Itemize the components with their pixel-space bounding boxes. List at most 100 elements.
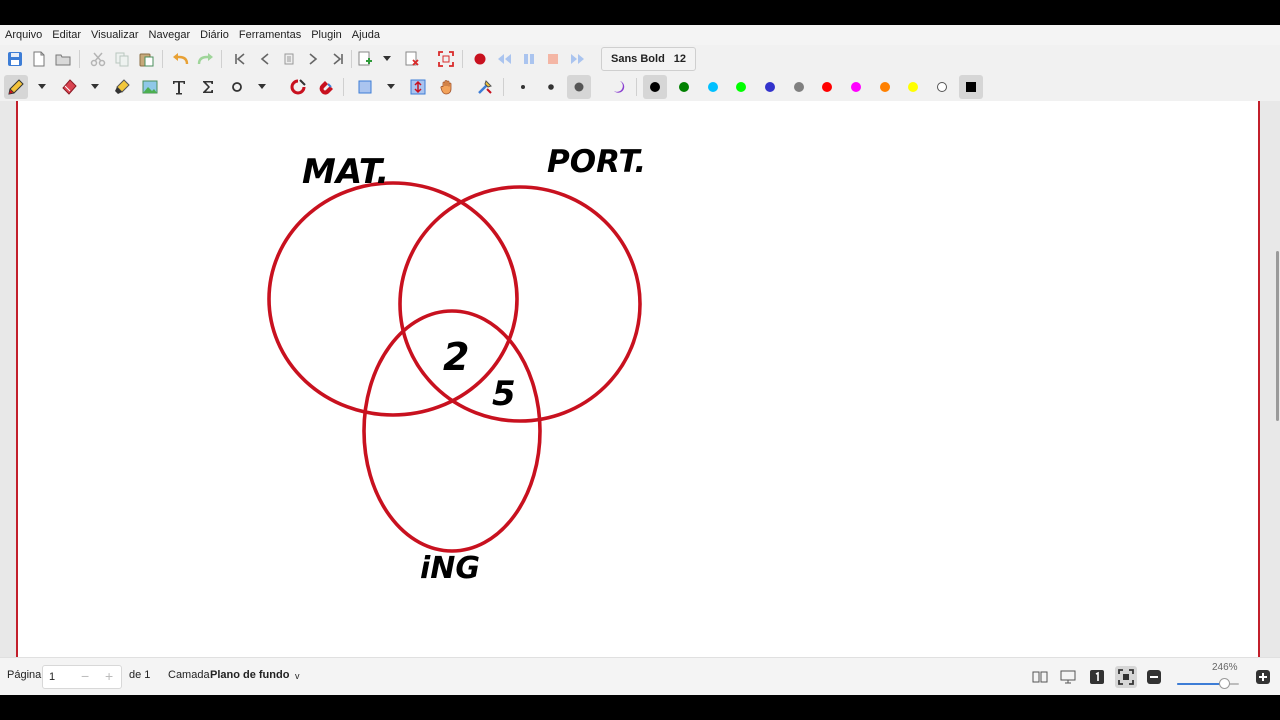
menu-ajuda[interactable]: Ajuda (347, 25, 385, 45)
vertical-space-button[interactable] (406, 75, 430, 99)
seek-back-button[interactable] (492, 47, 516, 71)
color-yellow-button[interactable] (901, 75, 925, 99)
fill-button[interactable] (606, 75, 630, 99)
page-total: de 1 (129, 669, 151, 681)
pen-tool-button[interactable] (4, 75, 28, 99)
dual-page-button[interactable] (1029, 666, 1051, 688)
separator (503, 78, 504, 96)
snap-tool-button[interactable] (314, 75, 338, 99)
color-orange-button[interactable] (873, 75, 897, 99)
zoom-slider[interactable] (1177, 678, 1239, 689)
shape-options-dropdown[interactable] (256, 75, 268, 99)
chevron-down-icon[interactable]: v (295, 671, 300, 681)
menu-diario[interactable]: Diário (195, 25, 234, 45)
open-button[interactable] (51, 47, 75, 71)
first-page-icon (235, 53, 245, 65)
fast-forward-icon (571, 54, 584, 64)
undo-button[interactable] (169, 47, 193, 71)
pause-button[interactable] (517, 47, 541, 71)
hand-tool-button[interactable] (435, 75, 459, 99)
page-number-value[interactable]: 1 (49, 671, 55, 683)
color-magenta-button[interactable] (844, 75, 868, 99)
next-page-button[interactable] (301, 47, 325, 71)
text-icon (173, 81, 185, 95)
custom-color-button[interactable] (959, 75, 983, 99)
default-tool-button[interactable] (473, 75, 497, 99)
menu-navegar[interactable]: Navegar (144, 25, 196, 45)
zoom-in-button[interactable] (1252, 666, 1274, 688)
color-black-button[interactable] (643, 75, 667, 99)
new-page-dropdown[interactable] (381, 47, 393, 71)
document-page[interactable]: MAT. PORT. iNG 2 5 (16, 101, 1260, 657)
highlighter-icon (115, 79, 130, 94)
pen-options-dropdown[interactable] (36, 75, 48, 99)
menu-editar[interactable]: Editar (47, 25, 86, 45)
color-swatch (851, 82, 861, 92)
dropdown-arrow-icon (38, 84, 46, 89)
color-swatch (650, 82, 660, 92)
zoom-slider-thumb[interactable] (1218, 678, 1230, 689)
value-all-intersection: 2 (443, 335, 469, 379)
menu-plugin[interactable]: Plugin (306, 25, 347, 45)
text-tool-button[interactable] (167, 75, 191, 99)
presentation-mode-button[interactable] (1057, 666, 1079, 688)
canvas-area[interactable]: MAT. PORT. iNG 2 5 (0, 101, 1280, 657)
last-page-button[interactable] (326, 47, 350, 71)
zoom-100-button[interactable] (1086, 666, 1108, 688)
image-tool-button[interactable] (138, 75, 162, 99)
shape-tool-button[interactable] (225, 75, 249, 99)
paste-button[interactable] (134, 47, 158, 71)
latex-tool-button[interactable] (196, 75, 220, 99)
select-rect-button[interactable] (353, 75, 377, 99)
menu-ferramentas[interactable]: Ferramentas (234, 25, 306, 45)
color-light-green-button[interactable] (729, 75, 753, 99)
new-document-button[interactable] (27, 47, 51, 71)
color-blue-button[interactable] (758, 75, 782, 99)
menu-arquivo[interactable]: Arquivo (0, 25, 47, 45)
shape-recognizer-button[interactable] (286, 75, 310, 99)
color-swatch (822, 82, 832, 92)
color-white-button[interactable] (930, 75, 954, 99)
seek-forward-button[interactable] (566, 47, 590, 71)
record-audio-button[interactable] (468, 47, 492, 71)
copy-icon (115, 52, 129, 67)
color-red-button[interactable] (815, 75, 839, 99)
cut-button[interactable] (86, 47, 110, 71)
page-increment-button[interactable]: + (105, 668, 113, 684)
folder-open-icon (55, 54, 71, 66)
dropdown-arrow-icon (387, 84, 395, 89)
redo-button[interactable] (193, 47, 217, 71)
stop-button[interactable] (541, 47, 565, 71)
select-options-dropdown[interactable] (385, 75, 397, 99)
page-number-spinner[interactable]: 1 − + (42, 665, 122, 689)
highlighter-tool-button[interactable] (110, 75, 134, 99)
color-green-button[interactable] (672, 75, 696, 99)
thick-line-button[interactable] (567, 75, 591, 99)
font-selector-button[interactable]: Sans Bold 12 (601, 47, 696, 71)
label-ing: iNG (420, 551, 480, 586)
new-page-button[interactable] (353, 47, 377, 71)
eraser-tool-button[interactable] (57, 75, 81, 99)
delete-page-button[interactable] (400, 47, 424, 71)
page-decrement-button[interactable]: − (81, 668, 89, 684)
zoom-out-button[interactable] (1143, 666, 1165, 688)
zoom-one-icon (1090, 670, 1104, 684)
color-light-blue-button[interactable] (701, 75, 725, 99)
zoom-fit-button[interactable] (1115, 666, 1137, 688)
save-button[interactable] (3, 47, 27, 71)
first-page-button[interactable] (228, 47, 252, 71)
medium-line-button[interactable] (539, 75, 563, 99)
separator (221, 50, 222, 68)
color-gray-button[interactable] (787, 75, 811, 99)
thin-dot-icon (521, 85, 525, 89)
eraser-options-dropdown[interactable] (89, 75, 101, 99)
menu-visualizar[interactable]: Visualizar (86, 25, 144, 45)
vertical-scrollbar[interactable] (1276, 251, 1279, 421)
previous-page-button[interactable] (253, 47, 277, 71)
layer-selector[interactable]: Plano de fundo (210, 669, 289, 681)
fullscreen-button[interactable] (434, 47, 458, 71)
goto-page-button[interactable] (277, 47, 301, 71)
copy-button[interactable] (110, 47, 134, 71)
chevron-left-icon (260, 53, 269, 65)
thin-line-button[interactable] (511, 75, 535, 99)
